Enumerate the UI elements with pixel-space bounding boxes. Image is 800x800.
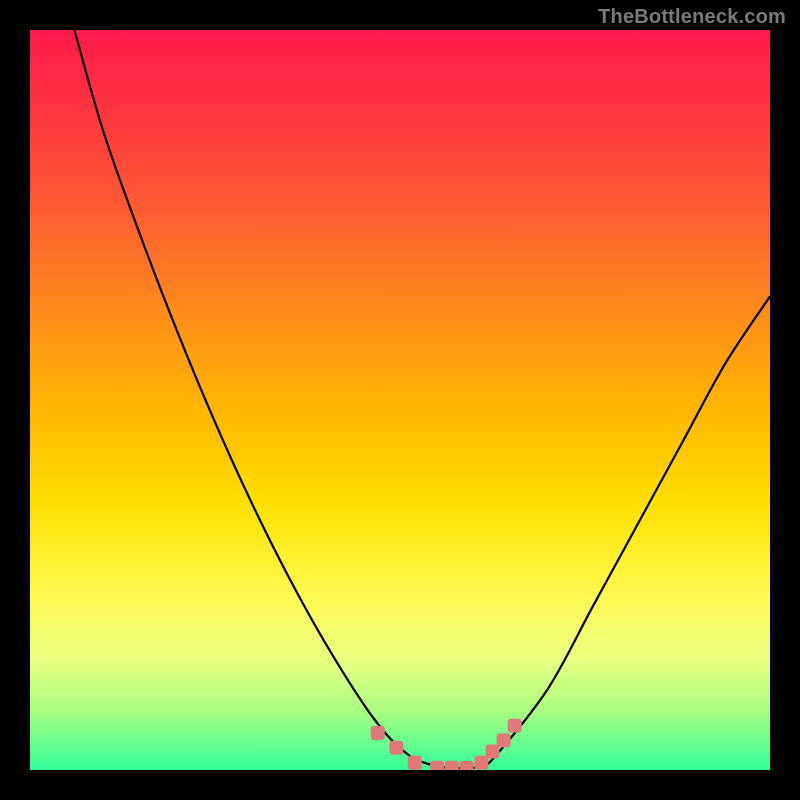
- marker-point: [474, 756, 488, 770]
- marker-point: [445, 761, 459, 770]
- marker-point: [486, 745, 500, 759]
- marker-point: [430, 761, 444, 770]
- marker-point: [508, 719, 522, 733]
- marker-point: [371, 726, 385, 740]
- marker-point: [389, 741, 403, 755]
- attribution-label: TheBottleneck.com: [598, 6, 786, 29]
- bottleneck-curve: [30, 30, 770, 770]
- marker-point: [497, 733, 511, 747]
- marker-group: [371, 719, 522, 770]
- marker-point: [460, 761, 474, 770]
- chart-frame: TheBottleneck.com: [0, 0, 800, 800]
- curve-path: [74, 30, 770, 768]
- chart-plot-area: [30, 30, 770, 770]
- marker-point: [408, 756, 422, 770]
